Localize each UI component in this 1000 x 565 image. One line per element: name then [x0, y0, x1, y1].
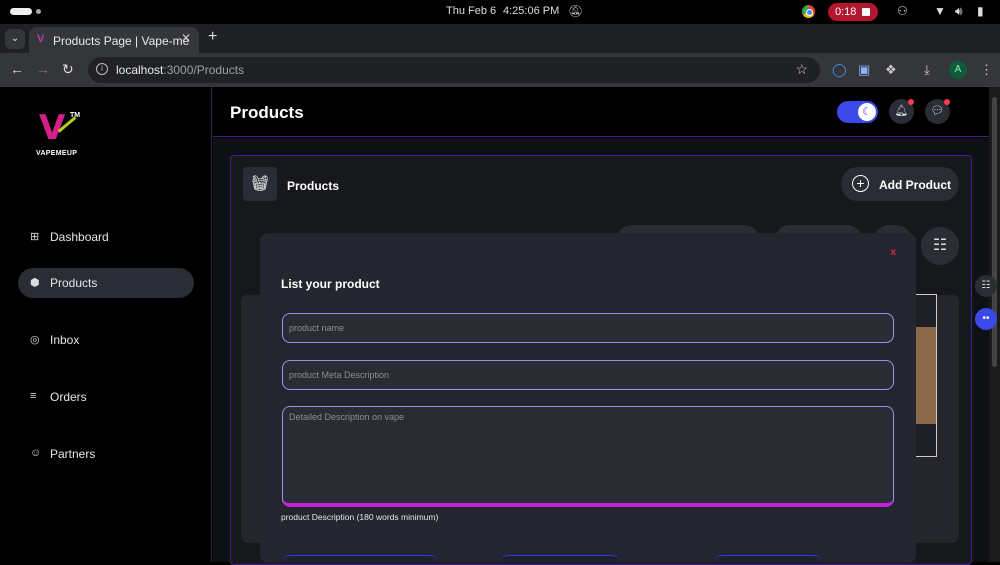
- page-title: Products: [230, 103, 304, 122]
- add-product-button[interactable]: + Add Product: [841, 167, 959, 201]
- browser-tab-bar: ⌄ V Products Page | Vape-me: [0, 24, 1000, 53]
- screencast-icon[interactable]: ▣: [858, 62, 870, 78]
- url-host: localhost: [116, 63, 164, 77]
- bookmark-star-icon[interactable]: ☆: [795, 61, 808, 78]
- inbox-icon: ◎: [30, 334, 40, 346]
- product-name-input[interactable]: [282, 313, 894, 343]
- basket-icon: 🧺︎: [243, 167, 277, 201]
- stop-icon: [862, 8, 870, 16]
- dashboard-icon: ⊞: [30, 231, 40, 243]
- moon-icon: ☾: [858, 103, 876, 121]
- web-page: V TM VAPEMEUP ⊞ Dashboard ⬢ Products ◎ I…: [0, 87, 989, 565]
- add-product-label: Add Product: [879, 178, 951, 192]
- os-top-bar: Thu Feb 6 4:25:06 PM 🔕︎ 0:18 ⚇ ▼ 🔊︎ ▮: [0, 0, 1000, 24]
- side-panel-grid-icon[interactable]: ☷: [975, 275, 997, 297]
- orders-icon: ≡: [30, 390, 37, 402]
- products-icon: ⬢: [30, 277, 40, 289]
- new-tab-button[interactable]: +: [208, 28, 217, 46]
- message-badge: [944, 99, 950, 105]
- activities-indicator[interactable]: [10, 8, 32, 15]
- extensions-icon[interactable]: ❖: [885, 62, 897, 78]
- sidebar-item-partners[interactable]: ☺ Partners: [18, 439, 194, 469]
- extension-circle-icon[interactable]: ◯: [832, 62, 847, 78]
- sidebar-item-inbox[interactable]: ◎ Inbox: [18, 325, 194, 355]
- download-icon[interactable]: ⤓: [924, 62, 930, 78]
- battery-icon[interactable]: ▮: [977, 4, 984, 18]
- notification-badge: [908, 99, 914, 105]
- more-menu-icon[interactable]: ⋮: [980, 62, 993, 78]
- list-product-modal: x List your product product Description …: [260, 233, 916, 563]
- plus-circle-icon: +: [852, 175, 869, 192]
- sidebar-item-products[interactable]: ⬢ Products: [18, 268, 194, 298]
- url-path: :3000/Products: [163, 63, 245, 77]
- notifications-button[interactable]: 🔔︎: [889, 99, 914, 124]
- back-icon[interactable]: ←: [10, 61, 24, 77]
- tab-title: Products Page | Vape-me: [53, 34, 190, 48]
- bell-icon: 🔔︎: [894, 105, 909, 117]
- description-helper-text: product Description (180 words minimum): [281, 512, 439, 522]
- grid-icon: ☷: [932, 237, 948, 254]
- forward-icon[interactable]: →: [36, 61, 50, 77]
- brand-logo[interactable]: V TM VAPEMEUP: [36, 109, 86, 161]
- screen-recording-indicator[interactable]: 0:18: [828, 3, 878, 21]
- address-bar[interactable]: i localhost:3000/Products ☆: [88, 57, 820, 83]
- recording-time: 0:18: [835, 6, 857, 18]
- sidebar-item-dashboard[interactable]: ⊞ Dashboard: [18, 222, 194, 252]
- tab-search-button[interactable]: ⌄: [5, 29, 25, 49]
- partners-icon: ☺: [30, 447, 42, 459]
- chat-icon: 💬︎: [930, 105, 945, 117]
- sidebar-item-label: Partners: [50, 447, 96, 461]
- close-tab-icon[interactable]: ✕: [181, 31, 191, 45]
- wifi-icon[interactable]: ▼: [934, 4, 946, 18]
- main-content: 🧺︎ Products + Add Product ☷ x List your …: [213, 138, 989, 565]
- favicon-icon: V: [37, 33, 45, 45]
- os-time[interactable]: 4:25:06 PM: [503, 5, 559, 17]
- browser-toolbar: ← → ↻ i localhost:3000/Products ☆ ◯ ▣ ❖ …: [0, 53, 1000, 87]
- assistant-widget-icon[interactable]: ••: [975, 308, 997, 330]
- detailed-description-textarea[interactable]: [282, 406, 894, 507]
- logo-tm: TM: [70, 112, 81, 119]
- sidebar-item-orders[interactable]: ≡ Orders: [18, 382, 194, 412]
- volume-icon[interactable]: 🔊︎: [955, 4, 963, 19]
- sidebar-item-label: Products: [50, 276, 98, 290]
- sidebar-item-label: Dashboard: [50, 230, 109, 244]
- grid-view-button[interactable]: ☷: [921, 227, 959, 265]
- os-date[interactable]: Thu Feb 6: [446, 5, 496, 17]
- url-text: localhost:3000/Products: [116, 63, 244, 77]
- modal-title: List your product: [281, 277, 380, 291]
- brand-name: VAPEMEUP: [36, 150, 78, 157]
- theme-toggle[interactable]: ☾: [837, 101, 878, 123]
- reload-icon[interactable]: ↻: [62, 61, 74, 78]
- active-tab[interactable]: V Products Page | Vape-me: [29, 27, 199, 53]
- meta-description-input[interactable]: [282, 360, 894, 390]
- notifications-off-icon: 🔕︎: [568, 4, 584, 18]
- workspace-dot: [36, 9, 41, 14]
- profile-avatar[interactable]: A: [949, 61, 967, 79]
- site-info-icon[interactable]: i: [96, 63, 108, 75]
- panel-title: Products: [287, 179, 340, 193]
- accessibility-icon[interactable]: ⚇: [897, 4, 908, 18]
- sidebar: V TM VAPEMEUP ⊞ Dashboard ⬢ Products ◎ I…: [0, 87, 212, 562]
- messages-button[interactable]: 💬︎: [925, 99, 950, 124]
- close-icon[interactable]: x: [890, 247, 896, 258]
- sidebar-item-label: Orders: [50, 390, 87, 404]
- sidebar-item-label: Inbox: [50, 333, 80, 347]
- page-header: Products ☾ 🔔︎ 💬︎: [213, 87, 989, 137]
- chrome-icon[interactable]: [802, 5, 815, 18]
